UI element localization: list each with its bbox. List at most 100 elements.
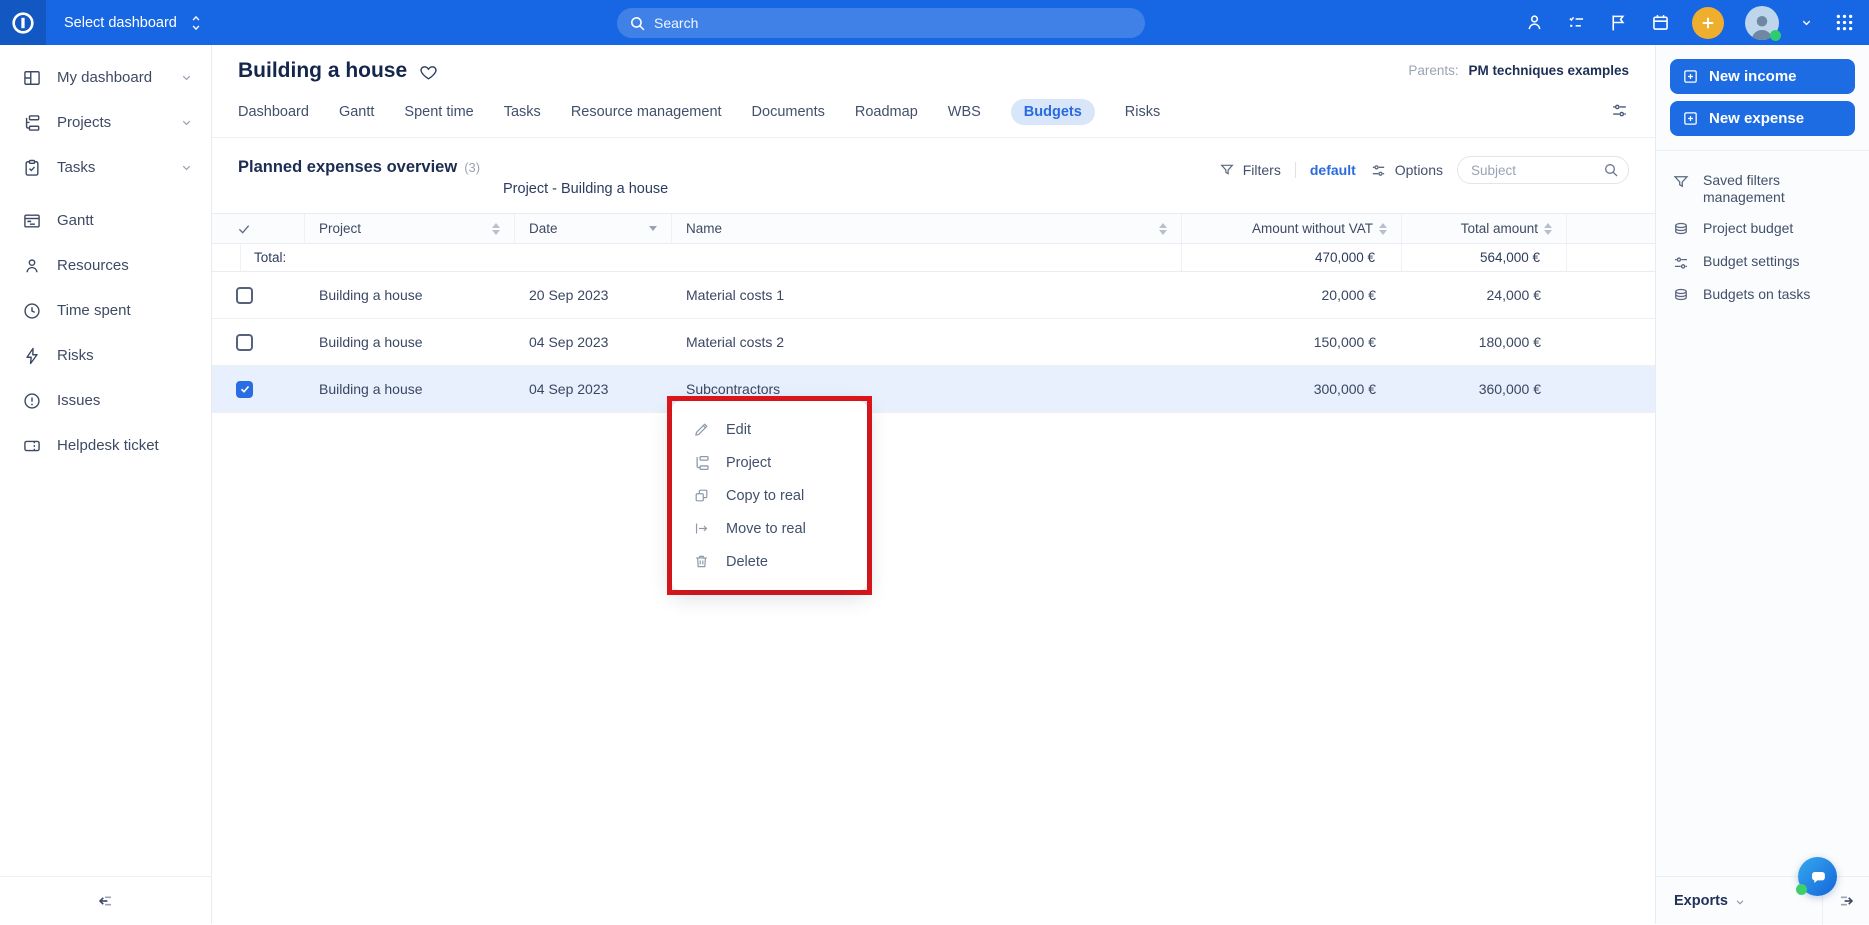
- cell-total-amount: 180,000 €: [1402, 334, 1567, 350]
- row-checkbox[interactable]: [236, 334, 253, 351]
- favorite-heart-icon[interactable]: [419, 63, 438, 82]
- topbar: Select dashboard: [0, 0, 1869, 45]
- chevron-down-icon[interactable]: [180, 71, 193, 84]
- table-row[interactable]: Building a house 04 Sep 2023 Material co…: [212, 319, 1655, 366]
- cell-project: Building a house: [305, 334, 515, 350]
- chat-widget-button[interactable]: [1798, 857, 1837, 896]
- checklist-icon[interactable]: [1566, 12, 1587, 33]
- sidebar-item-gantt[interactable]: Gantt: [0, 198, 211, 243]
- sidebar-item-issues[interactable]: Issues: [0, 378, 211, 423]
- link-budget-settings[interactable]: Budget settings: [1670, 246, 1855, 279]
- sidebar-item-resources[interactable]: Resources: [0, 243, 211, 288]
- plus-square-icon: [1682, 68, 1699, 85]
- tab-roadmap[interactable]: Roadmap: [855, 99, 918, 125]
- menu-item-label: Move to real: [726, 521, 806, 537]
- move-arrow-icon: [692, 520, 711, 537]
- chevron-down-icon[interactable]: [180, 161, 193, 174]
- funnel-icon: [1672, 173, 1690, 191]
- cell-date: 04 Sep 2023: [515, 381, 672, 397]
- select-all-check-icon[interactable]: [212, 214, 305, 243]
- parents-link[interactable]: PM techniques examples: [1468, 63, 1629, 78]
- collapse-right-panel-icon[interactable]: [1823, 890, 1869, 912]
- column-header-amount-without-vat[interactable]: Amount without VAT: [1182, 214, 1402, 243]
- menu-item-project[interactable]: Project: [672, 446, 867, 479]
- tab-budgets[interactable]: Budgets: [1011, 99, 1095, 125]
- total-spacer: [212, 244, 241, 271]
- tab-wbs[interactable]: WBS: [948, 99, 981, 125]
- tab-dashboard[interactable]: Dashboard: [238, 99, 309, 125]
- alert-circle-icon: [22, 391, 42, 411]
- person-icon[interactable]: [1524, 12, 1545, 33]
- lightning-icon: [22, 346, 42, 366]
- sliders-icon: [1672, 254, 1690, 272]
- presence-dot: [1770, 30, 1781, 41]
- chevron-down-icon[interactable]: [180, 116, 193, 129]
- column-header-date[interactable]: Date: [515, 214, 672, 243]
- new-expense-button[interactable]: New expense: [1670, 101, 1855, 136]
- link-project-budget[interactable]: Project budget: [1670, 213, 1855, 246]
- search-icon[interactable]: [1603, 162, 1619, 178]
- cell-total-amount: 24,000 €: [1402, 287, 1567, 303]
- app-logo[interactable]: [0, 0, 46, 45]
- sidebar-item-tasks[interactable]: Tasks: [0, 145, 211, 190]
- link-saved-filters-management[interactable]: Saved filters management: [1670, 165, 1855, 213]
- filters-default-link[interactable]: default: [1310, 162, 1356, 178]
- total-actions: [1567, 244, 1655, 271]
- menu-item-move-to-real[interactable]: Move to real: [672, 512, 867, 545]
- cell-project: Building a house: [305, 381, 515, 397]
- tab-resource-management[interactable]: Resource management: [571, 99, 722, 125]
- row-checkbox[interactable]: [236, 287, 253, 304]
- sidebar-item-my-dashboard[interactable]: My dashboard: [0, 55, 211, 100]
- cell-name: Material costs 1: [672, 287, 1182, 303]
- context-menu-highlight-box: Edit Project Copy to real Move to: [667, 396, 872, 595]
- sidebar-footer: [0, 876, 211, 924]
- new-income-button[interactable]: New income: [1670, 59, 1855, 94]
- global-search[interactable]: [617, 8, 1145, 38]
- menu-item-edit[interactable]: Edit: [672, 413, 867, 446]
- column-header-project[interactable]: Project: [305, 214, 515, 243]
- collapse-sidebar-icon[interactable]: [95, 890, 117, 912]
- apps-grid-icon[interactable]: [1834, 12, 1855, 33]
- link-budgets-on-tasks[interactable]: Budgets on tasks: [1670, 279, 1855, 312]
- tab-tasks[interactable]: Tasks: [504, 99, 541, 125]
- link-label: Budgets on tasks: [1703, 286, 1810, 303]
- chevron-down-icon: [1734, 896, 1746, 908]
- row-checkbox-checked[interactable]: [236, 381, 253, 398]
- menu-item-delete[interactable]: Delete: [672, 545, 867, 578]
- sidebar-item-label: Resources: [57, 257, 193, 274]
- sidebar-item-risks[interactable]: Risks: [0, 333, 211, 378]
- select-dashboard-label: Select dashboard: [64, 15, 177, 31]
- column-header-name[interactable]: Name: [672, 214, 1182, 243]
- funnel-icon: [1219, 162, 1235, 178]
- quick-add-button[interactable]: [1692, 7, 1724, 39]
- flag-icon[interactable]: [1608, 12, 1629, 33]
- table-row-selected[interactable]: Building a house 04 Sep 2023 Subcontract…: [212, 366, 1655, 413]
- total-amount-without-vat: 470,000 €: [1182, 244, 1402, 271]
- sidebar-item-time-spent[interactable]: Time spent: [0, 288, 211, 333]
- table-row[interactable]: Building a house 20 Sep 2023 Material co…: [212, 272, 1655, 319]
- menu-item-copy-to-real[interactable]: Copy to real: [672, 479, 867, 512]
- sidebar-item-label: Gantt: [57, 212, 193, 229]
- column-header-total-amount[interactable]: Total amount: [1402, 214, 1567, 243]
- sidebar-item-projects[interactable]: Projects: [0, 100, 211, 145]
- user-avatar[interactable]: [1745, 6, 1779, 40]
- page-settings-sliders-icon[interactable]: [1610, 101, 1629, 120]
- cell-amount-without-vat: 300,000 €: [1182, 381, 1402, 397]
- options-button[interactable]: Options: [1370, 162, 1443, 179]
- sidebar-item-helpdesk-ticket[interactable]: Helpdesk ticket: [0, 423, 211, 468]
- tasks-clipboard-icon: [22, 158, 42, 178]
- sidebar-item-label: Projects: [57, 114, 165, 131]
- avatar-chevron-down-icon[interactable]: [1800, 16, 1813, 29]
- calendar-icon[interactable]: [1650, 12, 1671, 33]
- global-search-input[interactable]: [654, 15, 1133, 31]
- tab-documents[interactable]: Documents: [752, 99, 825, 125]
- sort-icon: [492, 223, 500, 235]
- tab-gantt[interactable]: Gantt: [339, 99, 374, 125]
- exports-dropdown[interactable]: Exports: [1656, 893, 1822, 909]
- tab-risks[interactable]: Risks: [1125, 99, 1160, 125]
- logo-icon: [10, 10, 36, 36]
- column-label: Total amount: [1461, 221, 1538, 236]
- select-dashboard[interactable]: Select dashboard: [64, 14, 203, 32]
- tab-spent-time[interactable]: Spent time: [404, 99, 473, 125]
- filters-button[interactable]: Filters: [1219, 162, 1281, 178]
